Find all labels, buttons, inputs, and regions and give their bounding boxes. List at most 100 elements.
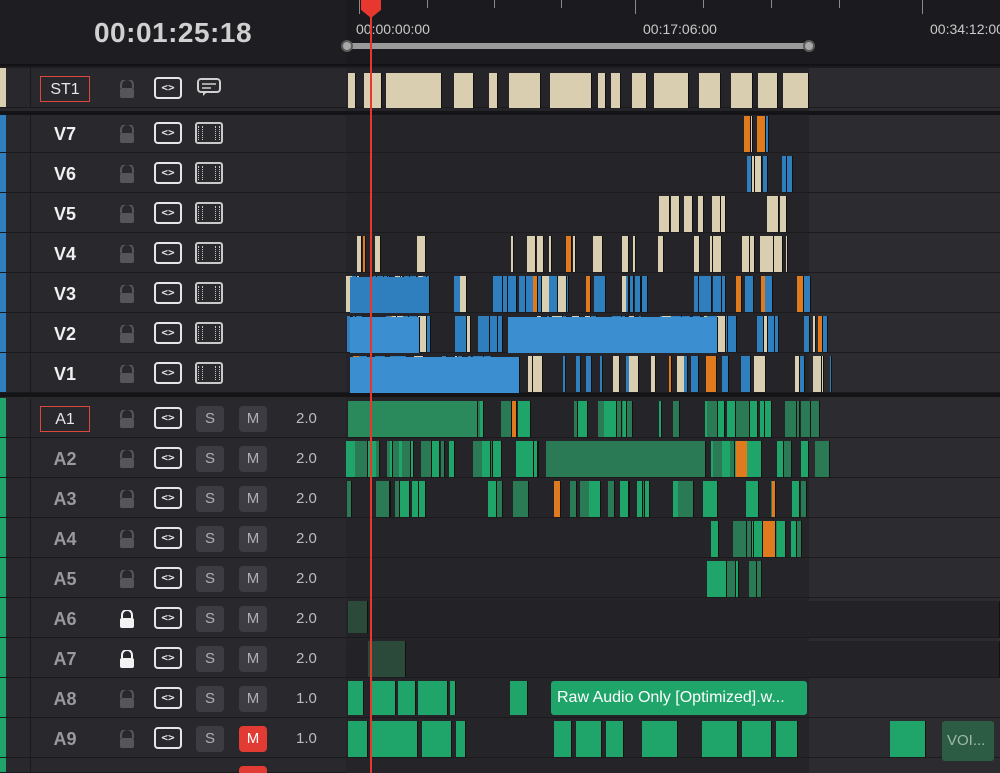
- audio-clip[interactable]: [742, 721, 772, 757]
- audio-clip[interactable]: [441, 441, 445, 477]
- track-name-v7[interactable]: V7: [40, 121, 90, 147]
- audio-clip[interactable]: [603, 401, 618, 437]
- auto-select-button[interactable]: <>: [154, 122, 182, 144]
- audio-clip[interactable]: [355, 441, 369, 477]
- timeline-canvas[interactable]: [346, 68, 1000, 773]
- track-lane[interactable]: [346, 113, 1000, 153]
- audio-clip[interactable]: [812, 401, 821, 437]
- track-name-st1[interactable]: ST1: [40, 76, 90, 102]
- unlock-icon[interactable]: [117, 530, 137, 548]
- video-clip[interactable]: [709, 236, 713, 272]
- video-clip[interactable]: [780, 196, 787, 232]
- track-name-a3[interactable]: A3: [40, 486, 90, 512]
- solo-button[interactable]: S: [196, 606, 224, 632]
- video-clip[interactable]: [633, 236, 636, 272]
- audio-clip[interactable]: [376, 441, 380, 477]
- audio-clip[interactable]: [402, 441, 411, 477]
- video-clip[interactable]: [818, 316, 823, 352]
- audio-clip[interactable]: [448, 441, 455, 477]
- mute-button[interactable]: M: [239, 486, 267, 512]
- clip-voi[interactable]: VOI...: [942, 721, 994, 761]
- audio-clip[interactable]: [493, 441, 503, 477]
- mute-button[interactable]: M: [239, 526, 267, 552]
- video-clip[interactable]: [585, 276, 591, 312]
- mute-button[interactable]: M: [239, 446, 267, 472]
- track-lane[interactable]: [346, 758, 1000, 773]
- video-clip[interactable]: [700, 276, 712, 312]
- video-clip[interactable]: [794, 356, 801, 392]
- video-clip[interactable]: [460, 276, 468, 312]
- video-clip[interactable]: [721, 356, 729, 392]
- track-row-a6[interactable]: A6 <> S M 2.0: [0, 598, 346, 638]
- film-icon[interactable]: [195, 162, 223, 184]
- video-clip[interactable]: [693, 236, 701, 272]
- video-clip[interactable]: [763, 156, 768, 192]
- video-clip[interactable]: [417, 236, 427, 272]
- audio-clip[interactable]: [777, 441, 784, 477]
- audio-clip[interactable]: [735, 401, 751, 437]
- video-clip[interactable]: [357, 236, 363, 272]
- unlock-icon[interactable]: [117, 325, 137, 343]
- video-clip[interactable]: [532, 276, 538, 312]
- video-clip[interactable]: [782, 156, 787, 192]
- audio-clip[interactable]: [372, 681, 396, 715]
- video-clip[interactable]: [533, 356, 544, 392]
- video-clip[interactable]: [697, 196, 705, 232]
- subtitle-clip[interactable]: [611, 73, 621, 108]
- track-row-a2[interactable]: A2 <> S M 2.0: [0, 438, 346, 478]
- audio-clip[interactable]: [617, 401, 623, 437]
- film-icon[interactable]: [195, 202, 223, 224]
- video-clip[interactable]: [528, 356, 533, 392]
- audio-clip[interactable]: [620, 481, 630, 517]
- audio-clip[interactable]: [398, 681, 416, 715]
- unlock-icon[interactable]: [117, 450, 137, 468]
- audio-clip[interactable]: [729, 441, 736, 477]
- subtitle-icon[interactable]: [197, 78, 221, 96]
- auto-select-button[interactable]: <>: [154, 727, 182, 749]
- solo-button[interactable]: S: [196, 486, 224, 512]
- audio-clip[interactable]: [395, 481, 400, 517]
- video-clip[interactable]: [744, 276, 755, 312]
- audio-clip[interactable]: [737, 521, 748, 557]
- audio-clip[interactable]: [791, 521, 797, 557]
- track-lane[interactable]: [346, 518, 1000, 558]
- mute-button[interactable]: M: [239, 606, 267, 632]
- video-clip[interactable]: [796, 276, 805, 312]
- video-clip[interactable]: [466, 316, 471, 352]
- video-clip[interactable]: [741, 356, 751, 392]
- audio-clip[interactable]: [488, 481, 497, 517]
- auto-select-button[interactable]: <>: [154, 527, 182, 549]
- video-clip[interactable]: [728, 316, 737, 352]
- video-clip[interactable]: [492, 276, 503, 312]
- audio-clip[interactable]: [636, 481, 643, 517]
- video-clip[interactable]: [562, 356, 567, 392]
- subtitle-clip[interactable]: [489, 73, 498, 108]
- audio-clip[interactable]: [713, 561, 727, 597]
- video-clip[interactable]: [683, 196, 694, 232]
- track-row-a4[interactable]: A4 <> S M 2.0: [0, 518, 346, 558]
- track-row-a7[interactable]: A7 <> S M 2.0: [0, 638, 346, 678]
- video-clip[interactable]: [705, 356, 717, 392]
- audio-clip[interactable]: [710, 521, 720, 557]
- audio-clip[interactable]: [607, 481, 615, 517]
- audio-clip[interactable]: [680, 481, 695, 517]
- audio-clip[interactable]: [673, 401, 681, 437]
- unlock-icon[interactable]: [117, 365, 137, 383]
- audio-clip[interactable]: [496, 481, 503, 517]
- video-clip[interactable]: [755, 156, 763, 192]
- track-name-v2[interactable]: V2: [40, 321, 90, 347]
- video-clip[interactable]: [508, 317, 718, 353]
- audio-clip[interactable]: [576, 721, 602, 757]
- track-row-v2[interactable]: V2 <>: [0, 313, 346, 353]
- video-clip[interactable]: [812, 316, 816, 352]
- track-name-v3[interactable]: V3: [40, 281, 90, 307]
- subtitle-clip[interactable]: [420, 73, 442, 108]
- lock-icon[interactable]: [117, 610, 137, 628]
- video-clip[interactable]: [747, 156, 752, 192]
- solo-button[interactable]: S: [196, 446, 224, 472]
- video-clip[interactable]: [573, 236, 576, 272]
- film-icon[interactable]: [195, 122, 223, 144]
- track-row-st1[interactable]: ST1 <>: [0, 68, 346, 108]
- track-lane[interactable]: [346, 558, 1000, 598]
- track-name-a8[interactable]: A8: [40, 686, 90, 712]
